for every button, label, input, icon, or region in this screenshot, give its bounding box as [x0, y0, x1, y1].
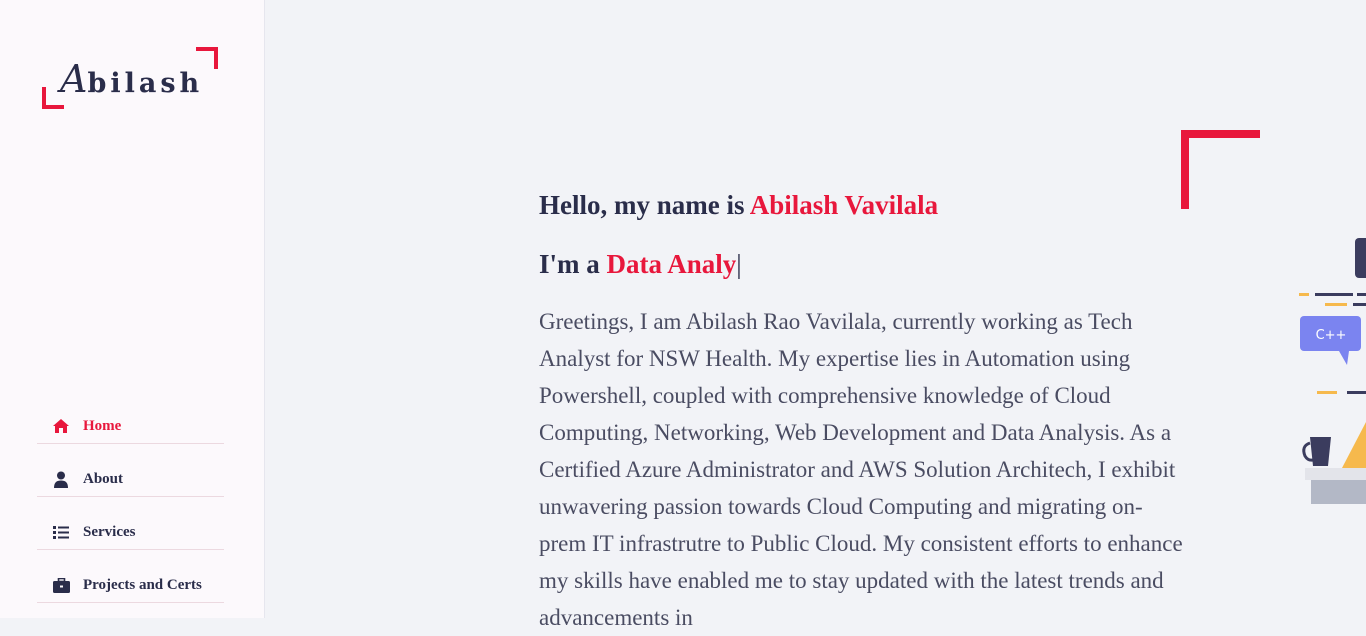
decorative-frame-corner [1181, 130, 1260, 209]
sidebar: Abilash Home About Services Projects and… [0, 0, 265, 618]
logo-rest: bilash [87, 68, 204, 99]
code-bubble-text: C++ [1316, 328, 1347, 343]
briefcase-icon [51, 576, 71, 594]
logo-initial: A [60, 57, 88, 101]
developer-illustration: C++ [1295, 230, 1366, 520]
logo-text: Abilash [60, 57, 203, 101]
nav-item-label: Services [83, 523, 136, 540]
main-content: Hello, my name is Abilash Vavilala I'm a… [265, 0, 1366, 630]
hero-greeting: Hello, my name is Abilash Vavilala [539, 190, 938, 221]
nav-item-services[interactable]: Services [37, 497, 224, 550]
hero-name: Abilash Vavilala [749, 190, 939, 220]
nav-item-projects-and-certs[interactable]: Projects and Certs [37, 550, 224, 603]
hero-role: I'm a Data Analy| [539, 249, 742, 280]
nav-item-label: About [83, 470, 124, 487]
nav-item-label: Home [83, 417, 122, 434]
nav-item-home[interactable]: Home [37, 391, 224, 444]
list-icon [51, 523, 71, 541]
role-typed: Data Analy [606, 249, 737, 279]
main-nav: Home About Services Projects and Certs [37, 391, 224, 603]
home-icon [51, 417, 71, 435]
nav-item-label: Projects and Certs [83, 576, 202, 593]
role-prefix: I'm a [539, 249, 607, 279]
greeting-prefix: Hello, my name is [539, 190, 750, 220]
illustration-graphic: C++ [1299, 238, 1366, 504]
logo[interactable]: Abilash [42, 47, 218, 109]
nav-item-about[interactable]: About [37, 444, 224, 497]
user-icon [51, 470, 71, 488]
hero-bio: Greetings, I am Abilash Rao Vavilala, cu… [539, 309, 1183, 630]
typing-cursor: | [736, 249, 742, 279]
